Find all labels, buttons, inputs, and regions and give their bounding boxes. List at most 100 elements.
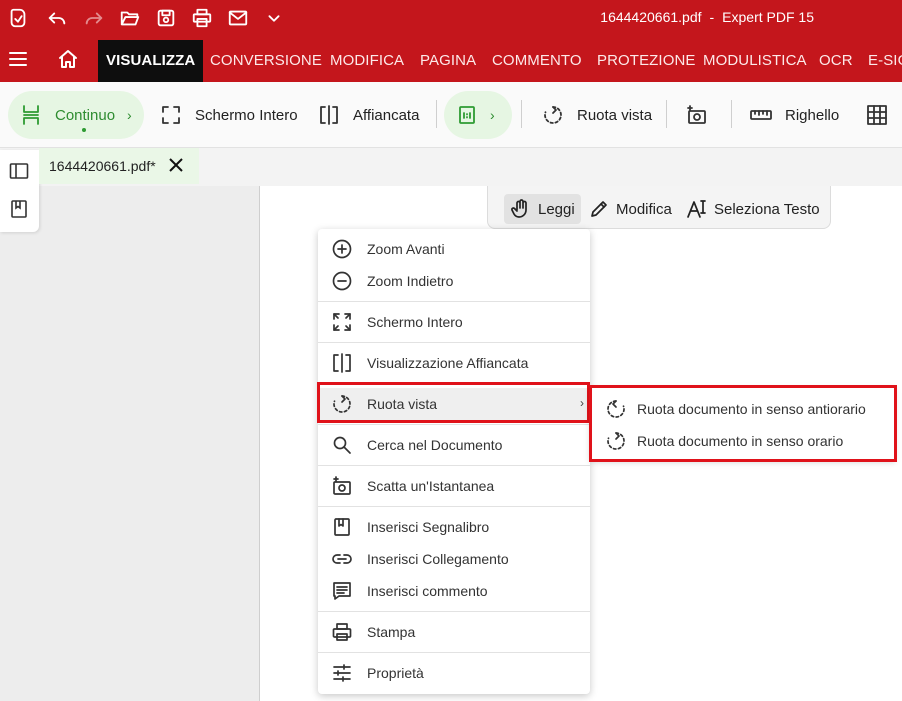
continuo-chevron[interactable]: › xyxy=(127,107,132,123)
tab-modifica[interactable]: MODIFICA xyxy=(322,40,412,82)
window-title: 1644420661.pdf - Expert PDF 15 xyxy=(596,9,818,25)
document-tab-name: 1644420661.pdf* xyxy=(49,158,156,174)
menu-item-istantanea[interactable]: Scatta un'Istantanea xyxy=(318,470,590,502)
comment-icon xyxy=(332,581,352,601)
toolbar-separator xyxy=(666,100,667,128)
grid-icon xyxy=(867,105,887,125)
fullscreen-icon xyxy=(332,312,352,332)
fullscreen-icon xyxy=(162,106,180,124)
menu-separator xyxy=(318,465,590,466)
menu-item-collegamento[interactable]: Inserisci Collegamento xyxy=(318,543,590,575)
menu-item-proprieta[interactable]: Proprietà xyxy=(318,657,590,689)
menu-item-stampa[interactable]: Stampa xyxy=(318,616,590,648)
open-folder-icon[interactable] xyxy=(118,6,142,30)
undo-icon[interactable] xyxy=(45,6,69,30)
menu-separator xyxy=(318,301,590,302)
menu-item-segnalibro[interactable]: Inserisci Segnalibro xyxy=(318,511,590,543)
view-toolbar: Continuo › Schermo Intero Affiancata › R… xyxy=(0,82,902,148)
toolbar-separator xyxy=(731,100,732,128)
mail-icon[interactable] xyxy=(226,6,250,30)
actual-size-icon xyxy=(459,106,475,124)
grid-button[interactable] xyxy=(866,91,888,139)
menu-item-label: Proprietà xyxy=(367,665,424,681)
menu-item-commento[interactable]: Inserisci commento xyxy=(318,575,590,607)
text-select-icon xyxy=(687,200,706,218)
modifica-button[interactable]: Modifica xyxy=(582,194,678,224)
continuo-button[interactable]: Continuo › xyxy=(8,91,144,139)
modifica-label: Modifica xyxy=(616,200,672,218)
affiancata-button[interactable]: Affiancata xyxy=(318,91,419,139)
snapshot-icon xyxy=(687,105,706,124)
leggi-button[interactable]: Leggi xyxy=(504,194,581,224)
menu-item-zoom-indietro[interactable]: Zoom Indietro xyxy=(318,265,590,297)
leggi-label: Leggi xyxy=(538,200,575,218)
affiancata-label: Affiancata xyxy=(353,106,420,124)
app-name: Expert PDF 15 xyxy=(722,9,814,25)
righello-label: Righello xyxy=(785,106,840,124)
menu-item-cerca[interactable]: Cerca nel Documento xyxy=(318,429,590,461)
print-icon xyxy=(332,622,352,642)
title-bar: 1644420661.pdf - Expert PDF 15 xyxy=(0,0,902,36)
tab-commento[interactable]: COMMENTO xyxy=(484,40,590,82)
tab-pagina[interactable]: PAGINA xyxy=(412,40,484,82)
active-indicator-dot xyxy=(82,128,86,132)
tab-conversione[interactable]: CONVERSIONE xyxy=(202,40,330,82)
tab-visualizza[interactable]: VISUALIZZA xyxy=(98,40,204,82)
bookmark-icon xyxy=(332,517,352,537)
app-logo-icon[interactable] xyxy=(6,6,30,30)
highlight-submenu xyxy=(589,385,897,462)
menu-item-zoom-avanti[interactable]: Zoom Avanti xyxy=(318,233,590,265)
hand-icon xyxy=(511,199,527,218)
document-tab[interactable]: 1644420661.pdf* xyxy=(39,148,199,184)
title-separator: - xyxy=(709,9,715,25)
actual-size-button[interactable]: › xyxy=(444,91,512,139)
menu-item-label: Cerca nel Documento xyxy=(367,437,503,453)
redo-icon[interactable] xyxy=(82,6,106,30)
menu-item-schermo-intero[interactable]: Schermo Intero xyxy=(318,306,590,338)
tab-protezione[interactable]: PROTEZIONE xyxy=(589,40,704,82)
search-icon xyxy=(332,435,352,455)
menu-item-label: Zoom Indietro xyxy=(367,273,454,289)
ruler-icon xyxy=(750,110,772,120)
menu-item-label: Inserisci Segnalibro xyxy=(367,519,490,535)
ruota-vista-label: Ruota vista xyxy=(577,106,653,124)
toolbar-separator xyxy=(436,100,437,128)
print-icon[interactable] xyxy=(190,6,214,30)
menu-item-label: Inserisci Collegamento xyxy=(367,551,509,567)
menu-separator xyxy=(318,506,590,507)
menu-icon[interactable] xyxy=(8,49,28,69)
snapshot-icon xyxy=(332,476,352,496)
close-icon[interactable] xyxy=(167,156,185,174)
menu-separator xyxy=(318,342,590,343)
seleziona-testo-button[interactable]: Seleziona Testo xyxy=(680,194,826,224)
tab-modulistica[interactable]: MODULISTICA xyxy=(695,40,815,82)
chevron-down-icon[interactable] xyxy=(262,6,286,30)
snapshot-button[interactable] xyxy=(686,91,708,139)
tab-ocr[interactable]: OCR xyxy=(811,40,861,82)
properties-icon xyxy=(332,663,352,683)
actual-size-chevron[interactable]: › xyxy=(490,107,495,123)
link-icon xyxy=(332,549,352,569)
save-icon[interactable] xyxy=(154,6,178,30)
righello-button[interactable]: Righello xyxy=(750,91,839,139)
ruota-vista-button[interactable]: Ruota vista xyxy=(542,91,652,139)
toolbar-separator xyxy=(521,100,522,128)
mode-bar: Leggi Modifica Seleziona Testo xyxy=(487,186,831,229)
seleziona-testo-label: Seleziona Testo xyxy=(714,200,820,218)
tab-e-sig[interactable]: E-SIG xyxy=(860,40,902,82)
menu-item-visualizzazione-affiancata[interactable]: Visualizzazione Affiancata xyxy=(318,347,590,379)
panel-toggle-icon[interactable] xyxy=(9,161,29,181)
bookmark-panel-icon[interactable] xyxy=(9,199,29,219)
continuous-view-icon xyxy=(23,105,39,125)
context-menu: Zoom Avanti Zoom Indietro Schermo Intero… xyxy=(318,229,590,694)
menu-item-label: Stampa xyxy=(367,624,416,640)
menu-item-label: Visualizzazione Affiancata xyxy=(367,355,529,371)
highlight-ruota-vista xyxy=(317,382,590,423)
schermo-intero-button[interactable]: Schermo Intero xyxy=(160,91,298,139)
ribbon-tabs: VISUALIZZA CONVERSIONE MODIFICA PAGINA C… xyxy=(0,36,902,82)
home-icon[interactable] xyxy=(58,49,78,69)
pencil-icon xyxy=(591,201,607,217)
schermo-intero-label: Schermo Intero xyxy=(195,106,298,124)
menu-item-label: Inserisci commento xyxy=(367,583,488,599)
menu-item-label: Schermo Intero xyxy=(367,314,463,330)
